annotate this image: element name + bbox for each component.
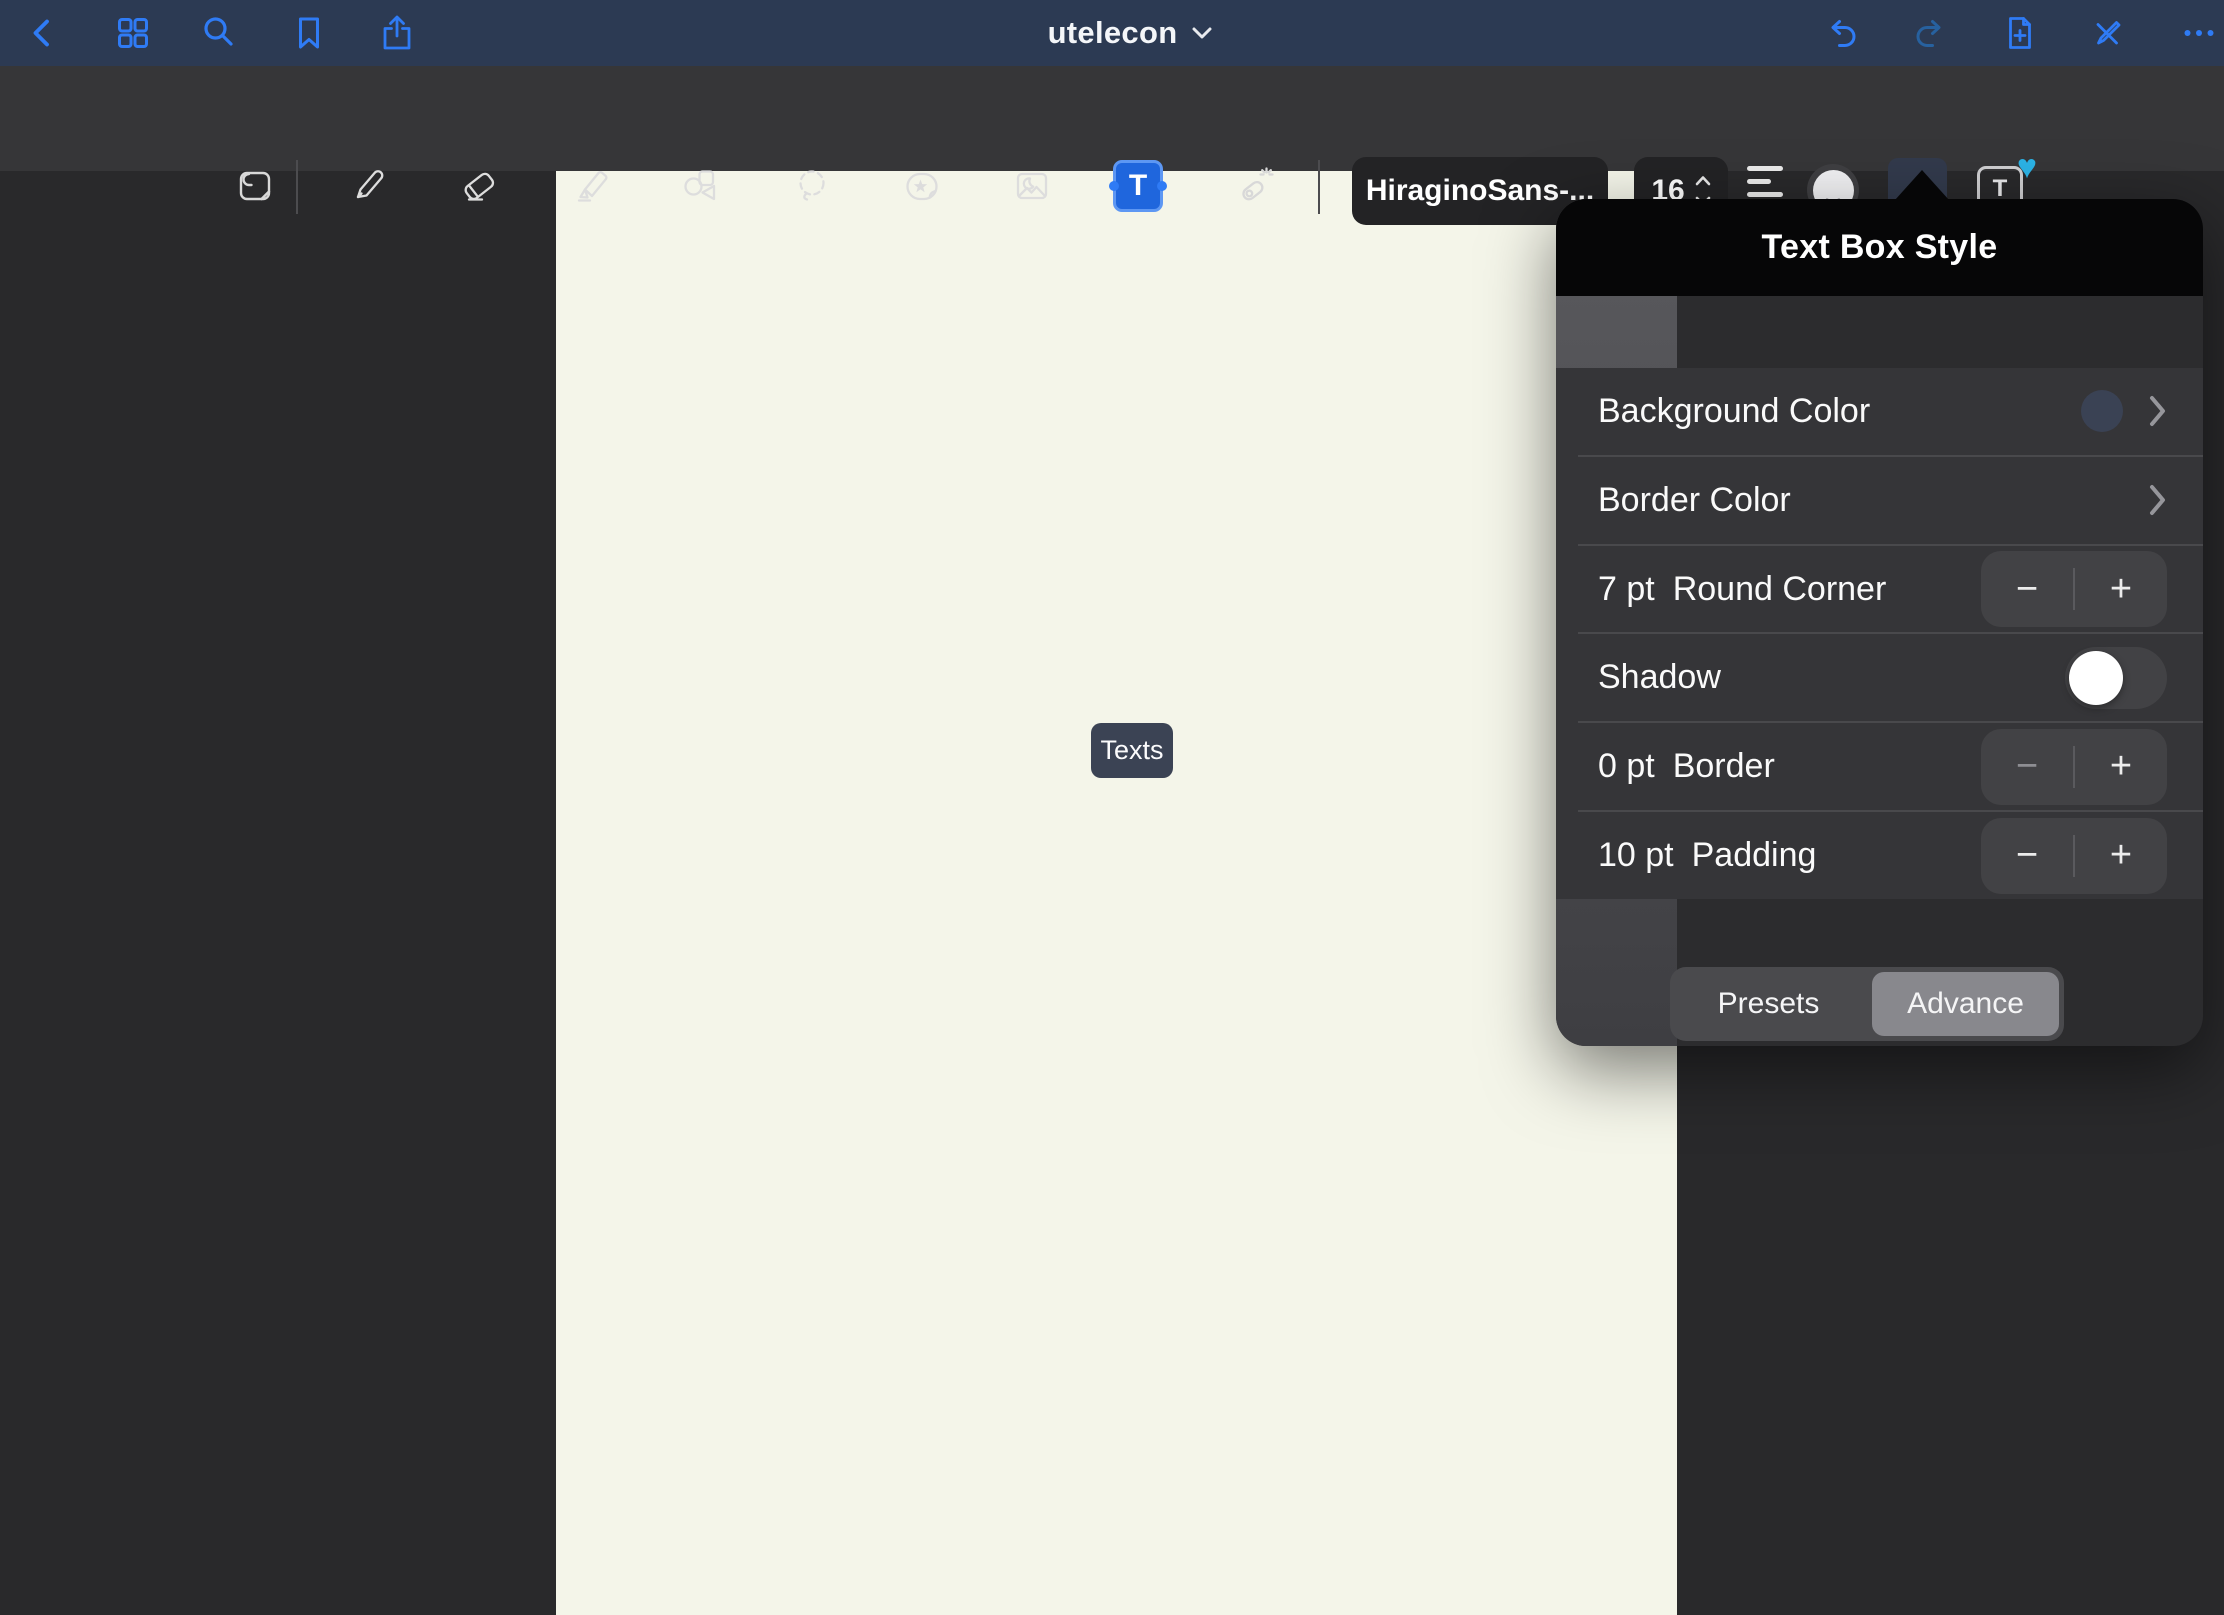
- page-title: utelecon: [1048, 15, 1178, 51]
- text-tool-selected[interactable]: T: [1113, 160, 1163, 212]
- toggle-knob: [2069, 651, 2123, 705]
- row-border-width: 0 pt Border − +: [1556, 723, 2203, 810]
- row-label: Border Color: [1598, 481, 1791, 520]
- heart-badge-icon: ♥: [2017, 150, 2037, 184]
- advance-segment[interactable]: Advance: [1872, 972, 2059, 1036]
- border-decrease-button[interactable]: −: [1981, 729, 2073, 805]
- shapes-tool-icon[interactable]: [678, 164, 722, 208]
- row-label: Border: [1673, 747, 1775, 786]
- border-width-value: 0 pt: [1598, 747, 1655, 786]
- selection-handle-left: [1109, 181, 1119, 191]
- pen-tool-icon[interactable]: [345, 164, 389, 208]
- notebook-page[interactable]: [556, 171, 1677, 1615]
- popover-header: Text Box Style: [1556, 199, 2203, 296]
- row-label: Background Color: [1598, 392, 1870, 431]
- row-round-corner: 7 pt Round Corner − +: [1556, 546, 2203, 633]
- popover-arrow: [1895, 170, 1949, 200]
- round-corner-increase-button[interactable]: +: [2075, 551, 2167, 627]
- laser-pointer-icon[interactable]: [1233, 164, 1277, 208]
- padding-stepper: − +: [1981, 818, 2167, 894]
- tools-toolbar: T HiraginoSans-... 16 T ♥: [0, 66, 2224, 171]
- document-title[interactable]: utelecon: [1010, 0, 1250, 66]
- pen-mode-toggle-icon[interactable]: [2087, 13, 2127, 53]
- padding-value: 10 pt: [1598, 836, 1674, 875]
- pages-overview-icon[interactable]: [113, 13, 153, 53]
- bookmark-icon[interactable]: [289, 13, 329, 53]
- padding-decrease-button[interactable]: −: [1981, 818, 2073, 894]
- lasso-tool-icon[interactable]: [790, 164, 834, 208]
- selection-handle-right: [1157, 181, 1167, 191]
- search-icon[interactable]: [200, 13, 240, 53]
- read-mode-icon[interactable]: [233, 164, 277, 208]
- highlighter-tool-icon[interactable]: [570, 164, 614, 208]
- row-label: Shadow: [1598, 658, 1721, 697]
- row-shadow: Shadow: [1556, 634, 2203, 721]
- letter-T-icon: T: [1129, 169, 1147, 203]
- round-corner-stepper: − +: [1981, 551, 2167, 627]
- elements-sticker-icon[interactable]: [900, 164, 944, 208]
- border-width-stepper: − +: [1981, 729, 2167, 805]
- chevron-right-icon: [2149, 484, 2167, 516]
- border-increase-button[interactable]: +: [2075, 729, 2167, 805]
- image-tool-icon[interactable]: [1010, 164, 1054, 208]
- toolbar-divider: [1318, 160, 1320, 214]
- redo-icon[interactable]: [1910, 13, 1950, 53]
- presets-segment[interactable]: Presets: [1675, 972, 1862, 1036]
- round-corner-decrease-button[interactable]: −: [1981, 551, 2073, 627]
- text-box-style-popover: Text Box Style Background Color Border C…: [1556, 199, 2203, 1046]
- row-background-color[interactable]: Background Color: [1556, 368, 2203, 455]
- text-box-content: Texts: [1100, 735, 1163, 766]
- padding-increase-button[interactable]: +: [2075, 818, 2167, 894]
- undo-icon[interactable]: [1822, 13, 1862, 53]
- row-padding: 10 pt Padding − +: [1556, 812, 2203, 899]
- popover-title: Text Box Style: [1762, 228, 1998, 267]
- share-icon[interactable]: [377, 13, 417, 53]
- row-border-color[interactable]: Border Color: [1556, 457, 2203, 544]
- more-options-icon[interactable]: [2179, 13, 2219, 53]
- eraser-tool-icon[interactable]: [457, 164, 501, 208]
- round-corner-value: 7 pt: [1598, 570, 1655, 609]
- row-label: Padding: [1692, 836, 1817, 875]
- textbox-style-list: Background Color Border Color 7 pt Round…: [1556, 368, 2203, 899]
- chevron-right-icon: [2149, 395, 2167, 427]
- top-navigation-bar: utelecon: [0, 0, 2224, 66]
- shadow-toggle[interactable]: [2065, 647, 2167, 709]
- presets-advance-segmented-control: Presets Advance: [1670, 967, 2064, 1041]
- background-color-swatch[interactable]: [2081, 390, 2123, 432]
- add-page-icon[interactable]: [2000, 13, 2040, 53]
- chevron-down-icon: [1192, 27, 1212, 40]
- row-label: Round Corner: [1673, 570, 1887, 609]
- canvas-text-box[interactable]: Texts: [1091, 723, 1173, 778]
- toolbar-divider: [296, 160, 298, 214]
- back-icon[interactable]: [23, 13, 63, 53]
